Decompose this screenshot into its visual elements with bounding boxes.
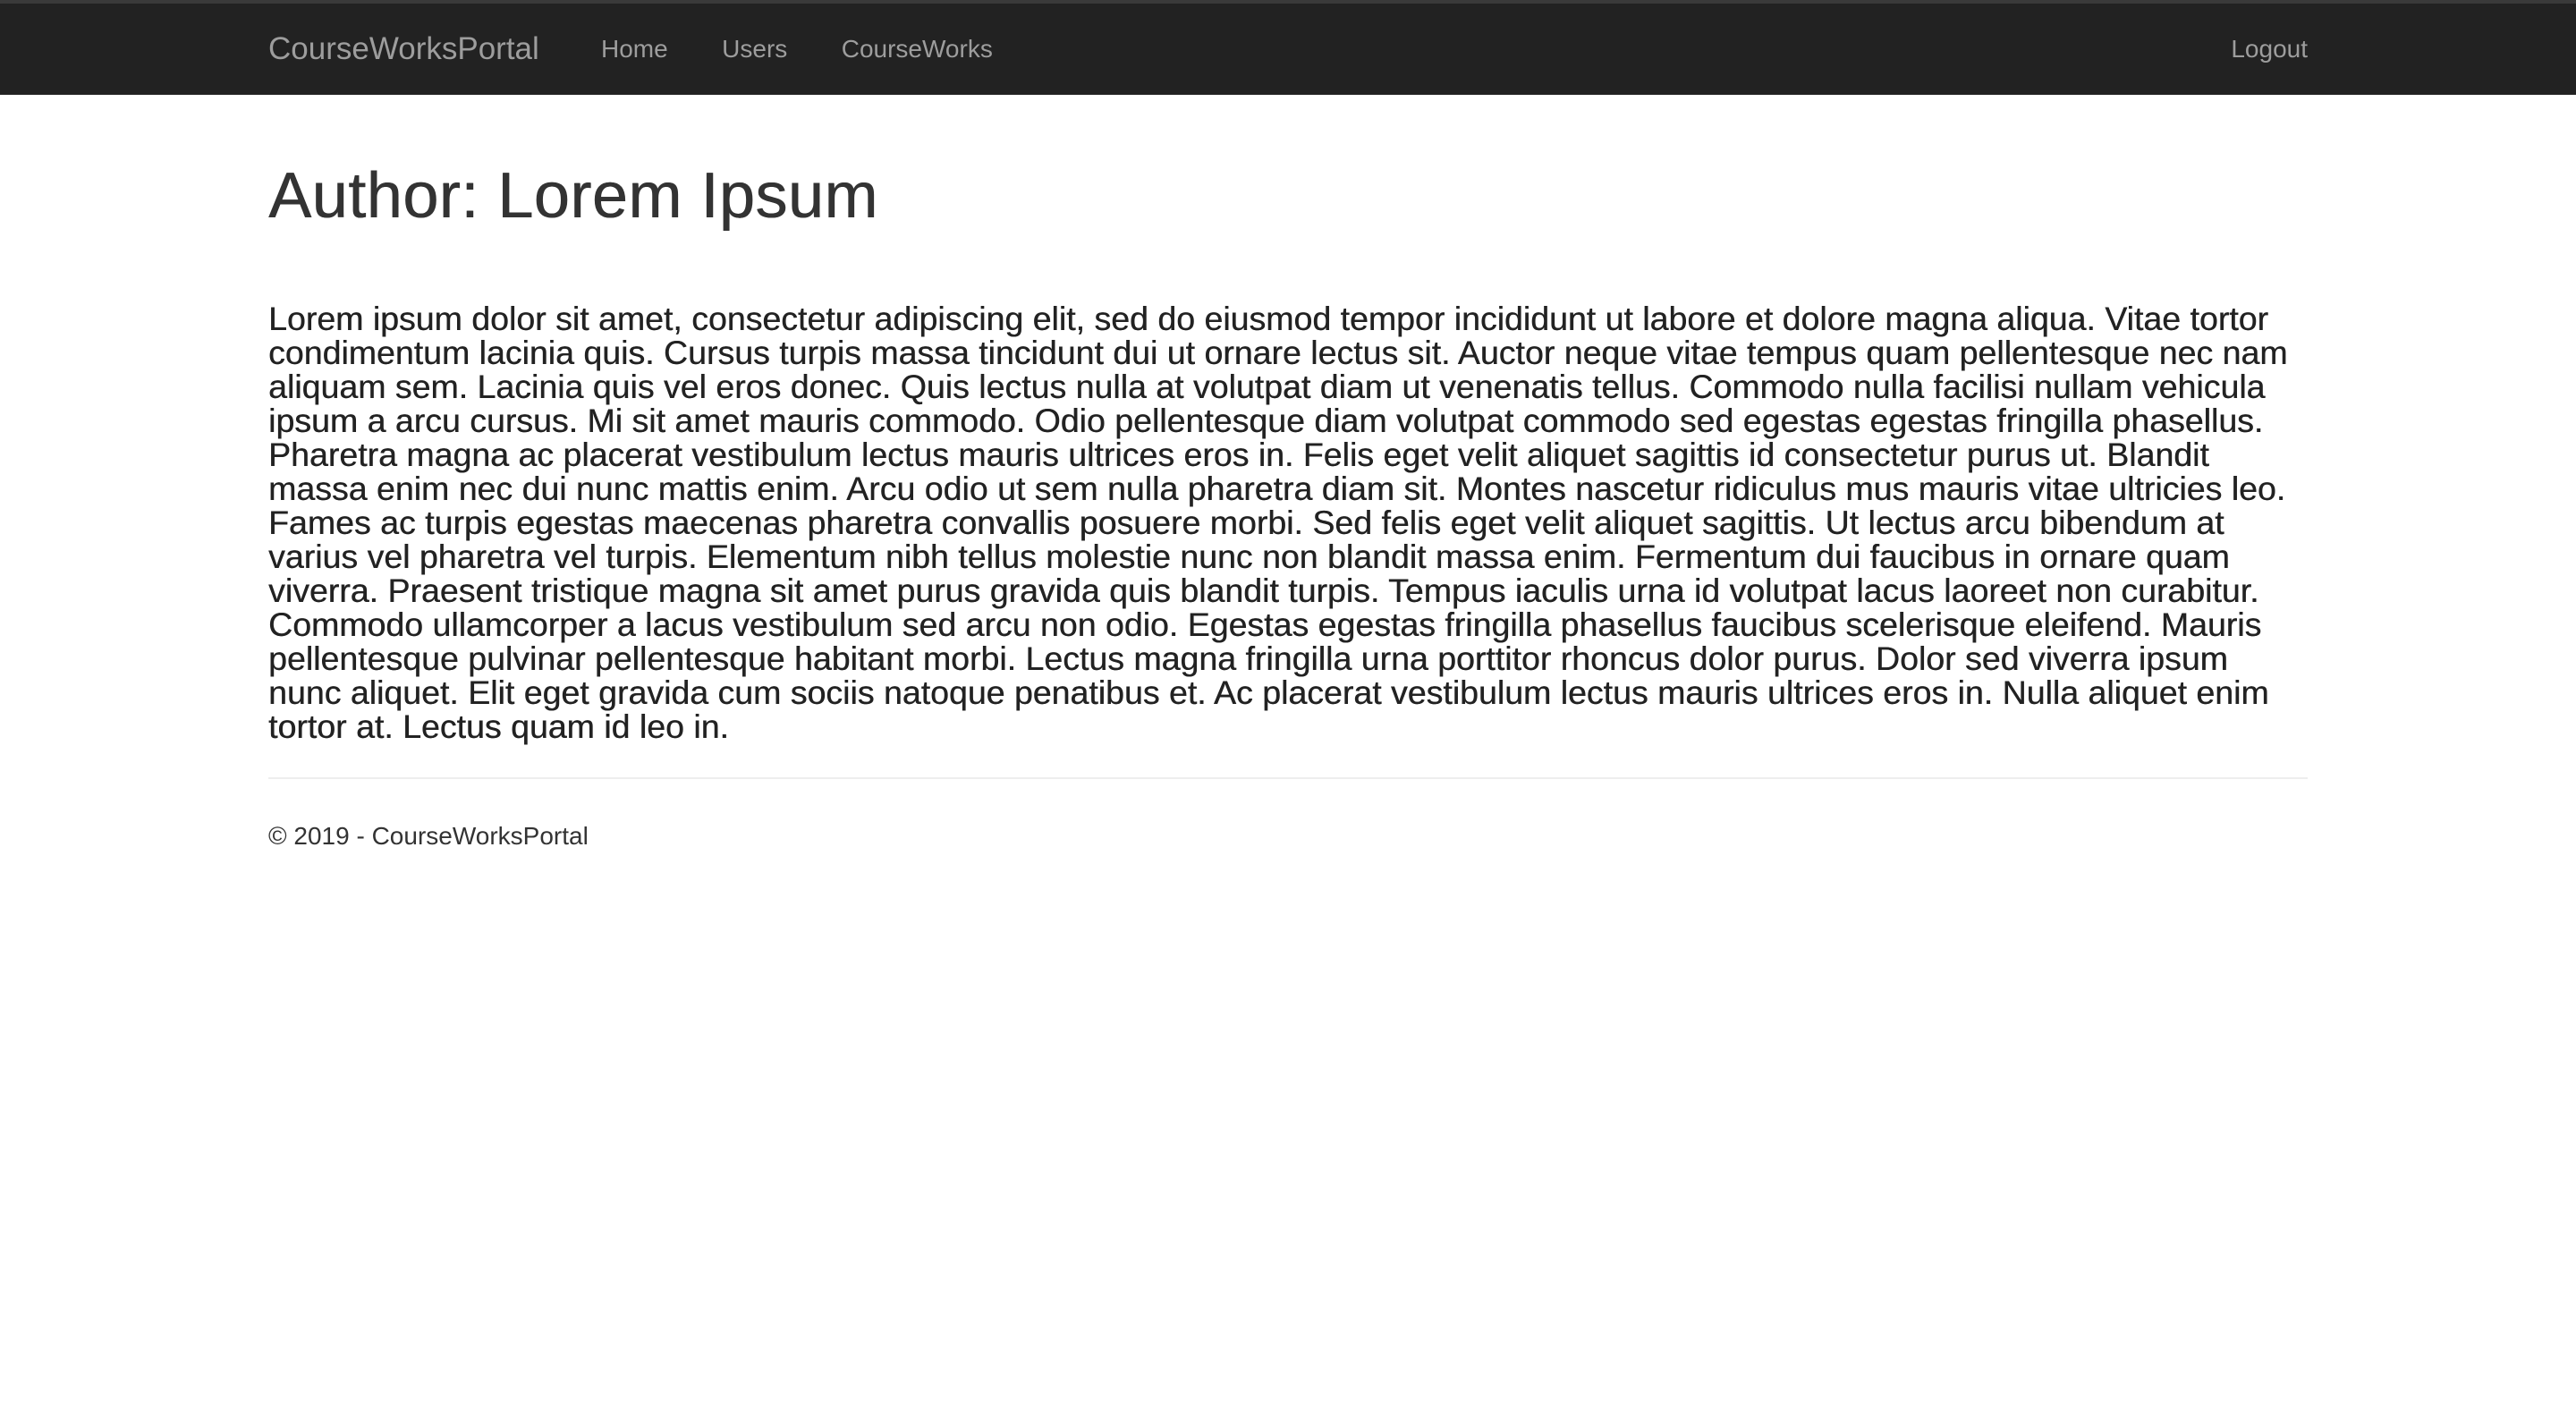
footer-copyright: © 2019 - CourseWorksPortal [268,822,589,850]
logout-link[interactable]: Logout [2231,33,2308,65]
nav-item-users: Users [722,33,787,65]
nav-menu: Home Users CourseWorks [601,33,1043,65]
main-content: Author: Lorem Ipsum Lorem ipsum dolor si… [268,95,2308,852]
nav-item-home: Home [601,33,668,65]
page-footer: © 2019 - CourseWorksPortal [268,820,2308,852]
footer-divider [268,777,2308,779]
brand-link[interactable]: CourseWorksPortal [268,30,539,68]
nav-link-users[interactable]: Users [722,35,787,63]
nav-item-courseworks: CourseWorks [842,33,993,65]
page-title: Author: Lorem Ipsum [268,160,878,232]
nav-link-home[interactable]: Home [601,35,668,63]
nav-link-courseworks[interactable]: CourseWorks [842,35,993,63]
navbar-container: CourseWorksPortal Home Users CourseWorks… [268,4,2308,95]
top-navbar: CourseWorksPortal Home Users CourseWorks… [0,0,2576,95]
author-bio: Lorem ipsum dolor sit amet, consectetur … [268,300,2288,745]
